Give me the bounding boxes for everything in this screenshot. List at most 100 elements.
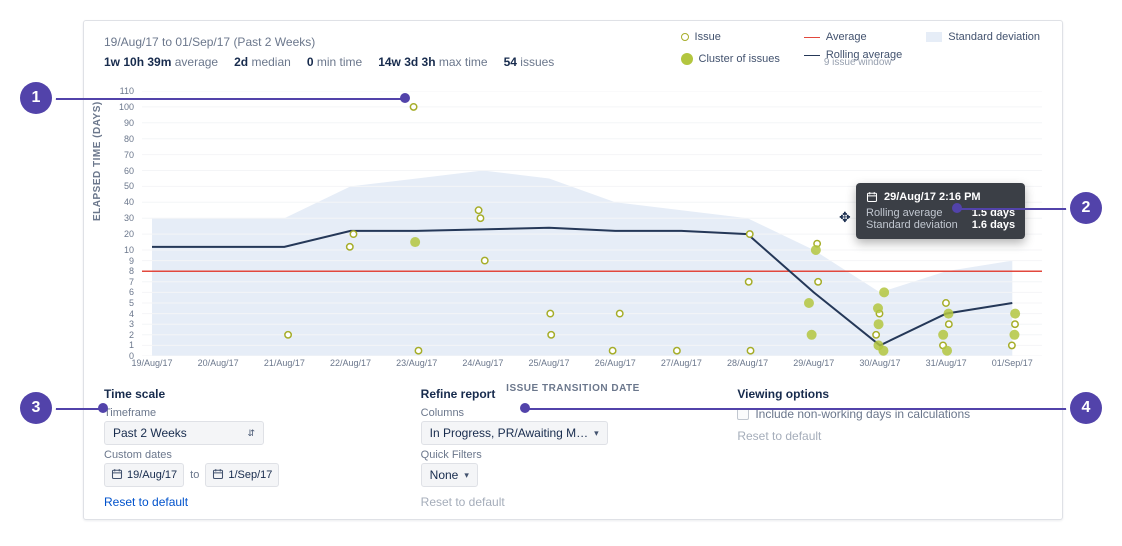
viewing-options-title: Viewing options [737, 387, 1042, 401]
calendar-icon [866, 191, 878, 203]
y-tick: 40 [124, 197, 134, 207]
callout-4-line [528, 408, 1072, 410]
y-tick: 9 [129, 256, 134, 266]
chart-area[interactable]: ELAPSED TIME (DAYS) 01234567891020304050… [104, 91, 1042, 376]
date-to-separator: to [190, 469, 199, 481]
callout-2-line [960, 208, 1072, 210]
report-header: 19/Aug/17 to 01/Sep/17 (Past 2 Weeks) 1w… [104, 35, 1042, 85]
calendar-icon [111, 468, 123, 483]
callout-4-dot [520, 403, 530, 413]
y-tick: 4 [129, 309, 134, 319]
tooltip-row2-value: 1.6 days [972, 219, 1015, 231]
y-tick: 50 [124, 181, 134, 191]
viewing-reset: Reset to default [737, 429, 821, 443]
x-tick: 20/Aug/17 [198, 358, 239, 368]
timeframe-value: Past 2 Weeks [113, 426, 187, 440]
x-tick: 21/Aug/17 [264, 358, 305, 368]
callout-4: 4 [1070, 392, 1102, 424]
callout-3-line [52, 408, 100, 410]
chart-plot: ✥ 29/Aug/17 2:16 PM Rolling average1.5 d… [142, 91, 1042, 356]
y-axis-label: ELAPSED TIME (DAYS) [92, 101, 103, 221]
callout-1: 1 [20, 82, 52, 114]
report-panel: 19/Aug/17 to 01/Sep/17 (Past 2 Weeks) 1w… [83, 20, 1063, 520]
stat-max-value: 14w 3d 3h [378, 55, 435, 69]
legend-issue-label: Issue [695, 31, 721, 43]
refine-report-section: Refine report Columns In Progress, PR/Aw… [421, 387, 726, 509]
callout-1-line [52, 98, 402, 100]
stat-min-label: min time [317, 55, 362, 69]
stat-max-label: max time [439, 55, 488, 69]
chart-legend: Issue Average Standard deviation Cluster… [681, 31, 1040, 68]
x-tick: 30/Aug/17 [859, 358, 900, 368]
time-scale-reset[interactable]: Reset to default [104, 495, 188, 509]
quick-filters-select[interactable]: None ▾ [421, 463, 478, 487]
timeframe-label: Timeframe [104, 407, 409, 419]
y-tick: 80 [124, 134, 134, 144]
legend-stddev-icon [926, 32, 942, 42]
y-tick: 110 [120, 86, 134, 96]
date-from-input[interactable]: 19/Aug/17 [104, 463, 184, 487]
quick-filters-label: Quick Filters [421, 449, 726, 461]
stat-median-value: 2d [234, 55, 248, 69]
legend-rolling-icon [804, 55, 820, 56]
stat-avg-label: average [175, 55, 218, 69]
time-scale-section: Time scale Timeframe Past 2 Weeks ⇵ Cust… [104, 387, 409, 509]
y-tick: 20 [124, 229, 134, 239]
callout-2: 2 [1070, 192, 1102, 224]
x-tick: 01/Sep/17 [992, 358, 1033, 368]
report-controls: Time scale Timeframe Past 2 Weeks ⇵ Cust… [104, 387, 1042, 507]
stat-min-value: 0 [307, 55, 314, 69]
columns-select[interactable]: In Progress, PR/Awaiting M… ▾ [421, 421, 608, 445]
callout-3-dot [98, 403, 108, 413]
refine-report-title: Refine report [421, 387, 726, 401]
x-tick: 29/Aug/17 [793, 358, 834, 368]
x-axis-ticks: 19/Aug/1720/Aug/1721/Aug/1722/Aug/1723/A… [142, 358, 1042, 376]
stat-issues-label: issues [520, 55, 554, 69]
quick-filters-value: None [430, 468, 459, 482]
x-tick: 24/Aug/17 [462, 358, 503, 368]
legend-average-icon [804, 37, 820, 38]
y-tick: 5 [129, 298, 134, 308]
stat-avg-value: 1w 10h 39m [104, 55, 171, 69]
date-from-value: 19/Aug/17 [127, 469, 177, 481]
x-tick: 27/Aug/17 [661, 358, 702, 368]
callout-1-dot [400, 93, 410, 103]
chevron-down-icon: ▾ [594, 428, 599, 439]
tooltip-title: 29/Aug/17 2:16 PM [884, 191, 981, 203]
y-tick: 3 [129, 319, 134, 329]
y-tick: 2 [129, 330, 134, 340]
x-tick: 23/Aug/17 [396, 358, 437, 368]
legend-average-label: Average [826, 31, 867, 43]
y-tick: 70 [124, 150, 134, 160]
chart-tooltip: 29/Aug/17 2:16 PM Rolling average1.5 day… [856, 183, 1025, 239]
y-tick: 10 [124, 245, 134, 255]
chevron-down-icon: ▾ [464, 470, 469, 481]
stat-issues-value: 54 [504, 55, 517, 69]
tooltip-row2-label: Standard deviation [866, 219, 958, 231]
calendar-icon [212, 468, 224, 483]
y-tick: 60 [124, 166, 134, 176]
y-tick: 6 [129, 287, 134, 297]
legend-stddev-label: Standard deviation [948, 31, 1040, 43]
timeframe-select[interactable]: Past 2 Weeks ⇵ [104, 421, 264, 445]
viewing-options-section: Viewing options Include non-working days… [737, 387, 1042, 509]
date-to-value: 1/Sep/17 [228, 469, 272, 481]
date-to-input[interactable]: 1/Sep/17 [205, 463, 279, 487]
custom-dates-label: Custom dates [104, 449, 409, 461]
x-tick: 26/Aug/17 [595, 358, 636, 368]
x-tick: 28/Aug/17 [727, 358, 768, 368]
x-tick: 19/Aug/17 [131, 358, 172, 368]
y-tick: 8 [129, 266, 134, 276]
legend-cluster-label: Cluster of issues [699, 53, 780, 65]
callout-3: 3 [20, 392, 52, 424]
y-tick: 100 [119, 102, 134, 112]
y-axis-ticks: 0123456789102030405060708090100110 [104, 91, 138, 356]
legend-rolling-sub: 9 issue window [824, 57, 902, 68]
refine-reset: Reset to default [421, 495, 505, 509]
y-tick: 1 [129, 340, 134, 350]
legend-cluster-icon [681, 53, 693, 65]
chevron-updown-icon: ⇵ [247, 428, 255, 439]
legend-issue-icon [681, 33, 689, 41]
columns-value: In Progress, PR/Awaiting M… [430, 426, 589, 440]
y-tick: 30 [124, 213, 134, 223]
